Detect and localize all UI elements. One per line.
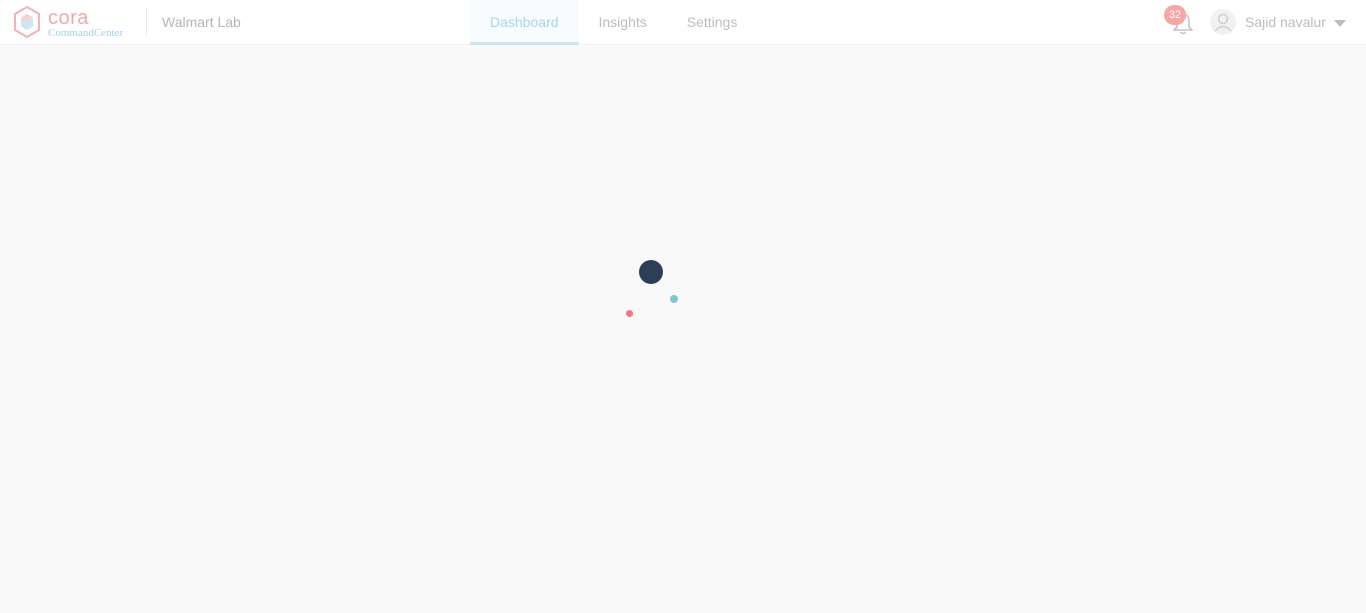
spinner-dot-main (639, 260, 663, 284)
spinner-dot-accent (626, 310, 633, 317)
user-name: Sajid navalur (1245, 14, 1326, 30)
top-navigation-bar: cora CommandCenter Walmart Lab Dashboard… (0, 0, 1366, 45)
header-divider (146, 8, 147, 37)
user-icon (1214, 13, 1232, 32)
organization-name[interactable]: Walmart Lab (162, 14, 241, 30)
main-content-area (0, 45, 1366, 613)
user-menu[interactable]: Sajid navalur (1210, 9, 1346, 35)
spinner-dot-secondary (670, 295, 678, 303)
logo-subtitle: CommandCenter (48, 27, 124, 39)
tab-dashboard[interactable]: Dashboard (470, 0, 579, 45)
logo-name: cora (48, 7, 89, 29)
notifications-button[interactable]: 32 (1164, 5, 1198, 37)
app-logo[interactable]: cora CommandCenter (14, 6, 134, 40)
tab-settings[interactable]: Settings (667, 0, 758, 45)
main-nav-tabs: Dashboard Insights Settings (470, 0, 757, 45)
logo-mark-icon (14, 6, 40, 38)
avatar (1210, 9, 1236, 35)
tab-insights[interactable]: Insights (579, 0, 667, 45)
caret-down-icon (1333, 19, 1346, 27)
notification-count-badge: 32 (1164, 5, 1186, 25)
